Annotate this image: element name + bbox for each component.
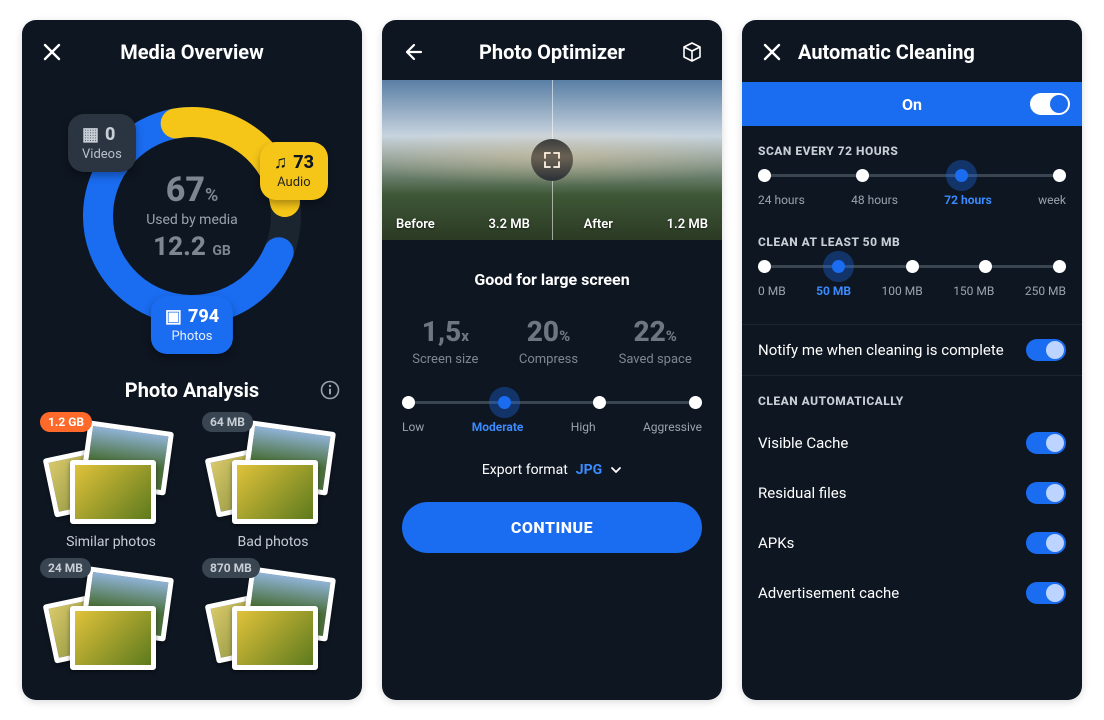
section-photo-analysis: Photo Analysis: [22, 378, 362, 402]
header: Photo Optimizer: [382, 20, 722, 76]
stat-saved-space: 22% Saved space: [619, 315, 692, 367]
stat-screen-size: 1,5x Screen size: [412, 315, 478, 367]
clean-auto-label: CLEAN AUTOMATICALLY: [742, 376, 1082, 418]
header: Media Overview: [22, 20, 362, 76]
cube-icon[interactable]: [678, 38, 706, 66]
toggle[interactable]: [1026, 339, 1066, 361]
chip-audio[interactable]: ♫73 Audio: [260, 142, 328, 200]
toggle[interactable]: [1026, 582, 1066, 604]
quality-slider[interactable]: Low Moderate High Aggressive: [402, 401, 702, 434]
screen-media-overview: Media Overview 67% Used by media 12.2 GB…: [22, 20, 362, 700]
page-title: Automatic Cleaning: [798, 40, 1026, 64]
back-icon[interactable]: [398, 38, 426, 66]
toggle-ad-cache[interactable]: Advertisement cache: [742, 568, 1082, 618]
size-badge: 24 MB: [40, 558, 91, 578]
master-toggle-bar[interactable]: On: [742, 82, 1082, 126]
notify-toggle-row[interactable]: Notify me when cleaning is complete: [742, 325, 1082, 375]
card-item[interactable]: 870 MB: [192, 562, 354, 672]
video-icon: ▦: [82, 124, 99, 145]
stat-compress: 20% Compress: [519, 315, 578, 367]
card-item[interactable]: 24 MB: [30, 562, 192, 672]
image-icon: ▣: [165, 306, 182, 327]
donut-center: 67% Used by media 12.2 GB: [146, 170, 238, 262]
toggle[interactable]: [1026, 482, 1066, 504]
card-bad-photos[interactable]: 64 MB Bad photos: [192, 416, 354, 550]
image-comparison[interactable]: Before 3.2 MB After 1.2 MB: [382, 80, 722, 240]
continue-button[interactable]: CONTINUE: [402, 502, 702, 553]
music-icon: ♫: [274, 152, 288, 173]
chip-videos[interactable]: ▦0 Videos: [68, 114, 136, 172]
scan-frequency-slider[interactable]: 24 hours 48 hours 72 hours week: [758, 174, 1066, 207]
info-icon[interactable]: [316, 376, 344, 404]
chevron-down-icon: [610, 464, 622, 476]
clean-threshold-slider[interactable]: 0 MB 50 MB 100 MB 150 MB 250 MB: [758, 265, 1066, 298]
master-toggle[interactable]: [1030, 93, 1070, 115]
toggle-visible-cache[interactable]: Visible Cache: [742, 418, 1082, 468]
expand-icon[interactable]: [531, 139, 573, 181]
quality-headline: Good for large screen: [382, 270, 722, 289]
screen-automatic-cleaning: Automatic Cleaning On SCAN EVERY 72 HOUR…: [742, 20, 1082, 700]
size-badge: 1.2 GB: [40, 412, 92, 432]
header: Automatic Cleaning: [742, 20, 1082, 76]
optimizer-stats: 1,5x Screen size 20% Compress 22% Saved …: [382, 315, 722, 367]
comparison-labels: Before 3.2 MB After 1.2 MB: [382, 217, 722, 232]
card-similar-photos[interactable]: 1.2 GB Similar photos: [30, 416, 192, 550]
media-donut-chart: 67% Used by media 12.2 GB ▦0 Videos ♫73 …: [62, 86, 322, 346]
export-format-select[interactable]: Export format JPG: [382, 462, 722, 478]
toggle-residual-files[interactable]: Residual files: [742, 468, 1082, 518]
analysis-cards: 1.2 GB Similar photos 64 MB Bad photos 2…: [22, 416, 362, 686]
size-badge: 870 MB: [202, 558, 260, 578]
page-title: Media Overview: [78, 40, 306, 64]
close-icon[interactable]: [758, 38, 786, 66]
toggle[interactable]: [1026, 532, 1066, 554]
screen-photo-optimizer: Photo Optimizer Before 3.2 MB After 1.2 …: [382, 20, 722, 700]
close-icon[interactable]: [38, 38, 66, 66]
clean-at-least-label: CLEAN AT LEAST 50 MB: [742, 207, 1082, 259]
toggle-apks[interactable]: APKs: [742, 518, 1082, 568]
page-title: Photo Optimizer: [438, 40, 666, 64]
size-badge: 64 MB: [202, 412, 253, 432]
toggle[interactable]: [1026, 432, 1066, 454]
chip-photos[interactable]: ▣794 Photos: [151, 296, 233, 354]
scan-every-label: SCAN EVERY 72 HOURS: [742, 126, 1082, 168]
